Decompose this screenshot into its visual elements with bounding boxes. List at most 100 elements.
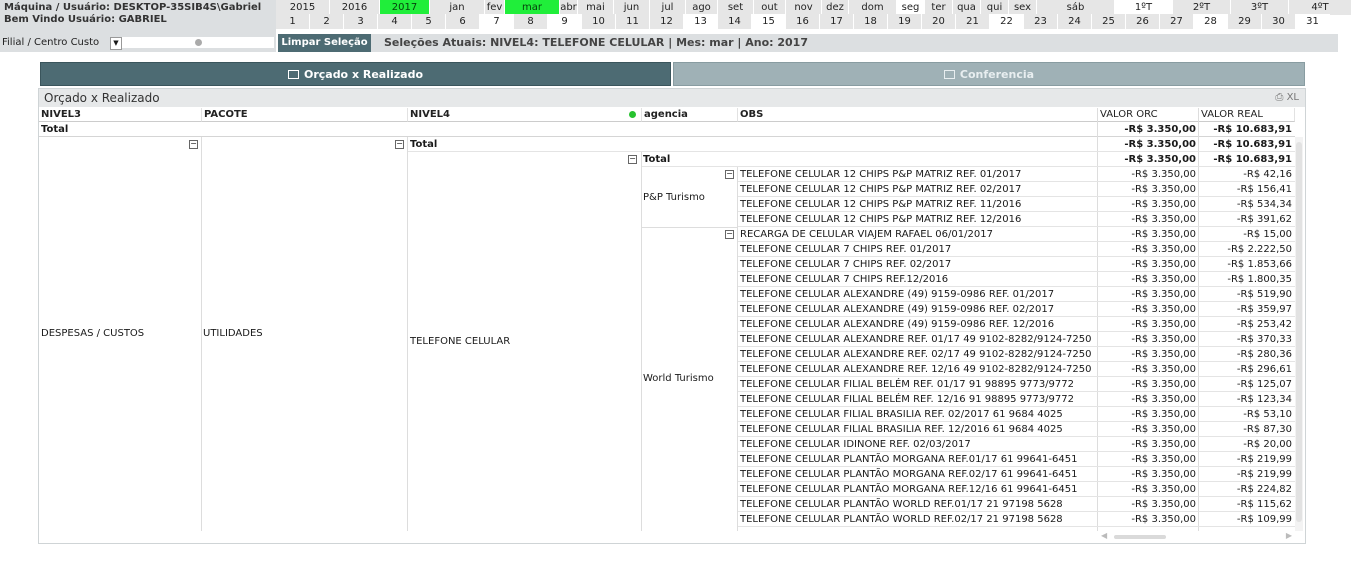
calendar-cell[interactable]: ago bbox=[686, 0, 718, 15]
calendar-cell[interactable]: sex bbox=[1009, 0, 1037, 15]
calendar-day-cell[interactable]: 21 bbox=[956, 14, 990, 29]
table-row[interactable]: TELEFONE CELULAR 12 CHIPS P&P MATRIZ REF… bbox=[738, 212, 1295, 227]
calendar-day-cell[interactable]: 7 bbox=[480, 14, 514, 29]
table-row[interactable]: TELEFONE CELULAR ALEXANDRE (49) 9159-098… bbox=[738, 287, 1295, 302]
calendar-day-cell[interactable]: 15 bbox=[752, 14, 786, 29]
table-row[interactable]: TELEFONE CELULAR PLANTÃO MORGANA REF.01/… bbox=[738, 452, 1295, 467]
export-xl-button[interactable]: ⎙ XL bbox=[1275, 89, 1299, 107]
calendar-day-cell[interactable]: 22 bbox=[990, 14, 1024, 29]
calendar-cell[interactable]: 1ºT bbox=[1115, 0, 1173, 15]
scroll-thumb[interactable] bbox=[1296, 142, 1302, 522]
table-row[interactable]: TELEFONE CELULAR ALEXANDRE REF. 12/16 49… bbox=[738, 362, 1295, 377]
calendar-cell[interactable]: out bbox=[754, 0, 786, 15]
calendar-day-cell[interactable]: 4 bbox=[378, 14, 412, 29]
table-row[interactable]: TELEFONE CELULAR ALEXANDRE (49) 9159-098… bbox=[738, 302, 1295, 317]
calendar-day-cell[interactable]: 23 bbox=[1024, 14, 1058, 29]
calendar-cell[interactable]: 4ºT bbox=[1289, 0, 1352, 15]
collapse-agency-pp-icon[interactable]: − bbox=[725, 170, 734, 179]
tab-conferencia[interactable]: Conferencia bbox=[673, 62, 1305, 86]
calendar-day-cell[interactable]: 3 bbox=[344, 14, 378, 29]
calendar-day-cell[interactable]: 13 bbox=[684, 14, 718, 29]
calendar-cell[interactable]: seg bbox=[897, 0, 925, 15]
calendar-day-cell[interactable]: 2 bbox=[310, 14, 344, 29]
col-header-agencia[interactable]: agencia bbox=[642, 108, 738, 122]
calendar-day-cell[interactable]: 11 bbox=[616, 14, 650, 29]
col-header-nivel3[interactable]: NIVEL3 bbox=[39, 108, 202, 122]
calendar-cell[interactable]: 3ºT bbox=[1231, 0, 1289, 15]
table-row[interactable]: RECARGA DE CELULAR VIAJEM RAFAEL 06/01/2… bbox=[738, 227, 1295, 242]
calendar-day-cell[interactable]: 25 bbox=[1092, 14, 1126, 29]
calendar-cell[interactable]: dom bbox=[849, 0, 897, 15]
table-row[interactable]: TELEFONE CELULAR FILIAL BELÉM REF. 12/16… bbox=[738, 392, 1295, 407]
collapse-nivel3-icon[interactable]: − bbox=[189, 140, 198, 149]
table-row[interactable]: TELEFONE CELULAR 12 CHIPS P&P MATRIZ REF… bbox=[738, 197, 1295, 212]
col-header-pacote[interactable]: PACOTE bbox=[202, 108, 408, 122]
collapse-pacote-icon[interactable]: − bbox=[395, 140, 404, 149]
calendar-cell[interactable]: sáb bbox=[1037, 0, 1115, 15]
tab-orcado-realizado[interactable]: Orçado x Realizado bbox=[40, 62, 671, 86]
calendar-cell[interactable]: mar bbox=[505, 0, 560, 15]
calendar-day-cell[interactable]: 6 bbox=[446, 14, 480, 29]
calendar-day-cell[interactable]: 24 bbox=[1058, 14, 1092, 29]
calendar-day-cell[interactable]: 14 bbox=[718, 14, 752, 29]
table-row[interactable]: TELEFONE CELULAR PLANTÃO MORGANA REF.02/… bbox=[738, 467, 1295, 482]
calendar-day-cell[interactable]: 28 bbox=[1194, 14, 1228, 29]
col-header-valor-real[interactable]: VALOR REAL bbox=[1199, 108, 1295, 122]
print-icon[interactable]: ⎙ bbox=[1275, 92, 1283, 103]
calendar-cell[interactable]: qua bbox=[953, 0, 981, 15]
table-row[interactable]: TELEFONE CELULAR PLANTÃO WORLD REF.01/17… bbox=[738, 497, 1295, 512]
table-row[interactable]: TELEFONE CELULAR 7 CHIPS REF.12/2016 -R$ … bbox=[738, 272, 1295, 287]
table-row[interactable]: TELEFONE CELULAR ALEXANDRE (49) 9159-098… bbox=[738, 317, 1295, 332]
calendar-day-cell[interactable]: 10 bbox=[582, 14, 616, 29]
calendar-cell[interactable]: nov bbox=[786, 0, 822, 15]
calendar-cell[interactable]: 2016 bbox=[330, 0, 380, 15]
table-row[interactable]: TELEFONE CELULAR 12 CHIPS P&P MATRIZ REF… bbox=[738, 167, 1295, 182]
calendar-cell[interactable]: 2017 bbox=[380, 0, 430, 15]
table-row[interactable]: TELEFONE CELULAR ALEXANDRE REF. 02/17 49… bbox=[738, 347, 1295, 362]
calendar-day-cell[interactable]: 8 bbox=[514, 14, 548, 29]
clear-selection-button[interactable]: Limpar Seleção bbox=[278, 34, 371, 52]
calendar-day-cell[interactable]: 18 bbox=[854, 14, 888, 29]
calendar-cell[interactable]: jan bbox=[430, 0, 485, 15]
vertical-scrollbar[interactable] bbox=[1295, 137, 1303, 531]
agency-name[interactable]: P&P Turismo bbox=[643, 190, 705, 205]
nivel3-value[interactable]: DESPESAS / CUSTOS bbox=[41, 326, 144, 341]
table-row[interactable]: TELEFONE CELULAR 7 CHIPS REF. 02/2017 -R$… bbox=[738, 257, 1295, 272]
table-row[interactable]: TELEFONE CELULAR IDINONE REF. 02/03/2017… bbox=[738, 437, 1295, 452]
calendar-cell[interactable]: qui bbox=[981, 0, 1009, 15]
calendar-cell[interactable]: 2015 bbox=[276, 0, 330, 15]
col-header-nivel4[interactable]: NIVEL4 bbox=[408, 108, 642, 122]
table-row[interactable]: TELEFONE CELULAR 12 CHIPS P&P MATRIZ REF… bbox=[738, 182, 1295, 197]
calendar-day-cell[interactable]: 5 bbox=[412, 14, 446, 29]
table-row[interactable]: TELEFONE CELULAR FILIAL BRASILIA REF. 02… bbox=[738, 407, 1295, 422]
table-row[interactable]: TELEFONE CELULAR PLANTÃO MORGANA REF.12/… bbox=[738, 482, 1295, 497]
calendar-day-cell[interactable]: 30 bbox=[1262, 14, 1296, 29]
calendar-day-cell[interactable]: 16 bbox=[786, 14, 820, 29]
calendar-day-cell[interactable]: 17 bbox=[820, 14, 854, 29]
calendar-day-cell[interactable]: 1 bbox=[276, 14, 310, 29]
calendar-day-cell[interactable]: 12 bbox=[650, 14, 684, 29]
table-row[interactable]: TELEFONE CELULAR ALEXANDRE REF. 01/17 49… bbox=[738, 332, 1295, 347]
scroll-right-icon[interactable]: ▶ bbox=[1286, 531, 1292, 540]
agency-name[interactable]: World Turismo bbox=[643, 371, 714, 386]
calendar-day-cell[interactable]: 27 bbox=[1160, 14, 1194, 29]
table-row[interactable]: TELEFONE CELULAR 7 CHIPS REF. 01/2017 -R$… bbox=[738, 242, 1295, 257]
table-row[interactable]: TELEFONE CELULAR FILIAL BRASILIA REF. 12… bbox=[738, 422, 1295, 437]
calendar-cell[interactable]: mai bbox=[578, 0, 614, 15]
pacote-value[interactable]: UTILIDADES bbox=[203, 326, 263, 341]
table-row[interactable]: TELEFONE CELULAR PLANTÃO WORLD REF.02/17… bbox=[738, 512, 1295, 527]
calendar-day-cell[interactable]: 19 bbox=[888, 14, 922, 29]
calendar-day-cell[interactable]: 26 bbox=[1126, 14, 1160, 29]
calendar-cell[interactable]: fev bbox=[485, 0, 505, 15]
calendar-cell[interactable]: abr bbox=[560, 0, 578, 15]
col-header-obs[interactable]: OBS bbox=[738, 108, 1098, 122]
collapse-agency-world-icon[interactable]: − bbox=[725, 230, 734, 239]
calendar-day-cell[interactable]: 29 bbox=[1228, 14, 1262, 29]
calendar-cell[interactable]: set bbox=[718, 0, 754, 15]
collapse-nivel4-icon[interactable]: − bbox=[628, 155, 637, 164]
calendar-day-cell[interactable]: 31 bbox=[1296, 14, 1330, 29]
horizontal-scrollbar[interactable]: ◀ ▶ bbox=[1098, 531, 1294, 542]
filial-dropdown-arrow-icon[interactable]: ▼ bbox=[110, 37, 122, 50]
calendar-cell[interactable]: jun bbox=[614, 0, 650, 15]
scroll-thumb[interactable] bbox=[1114, 535, 1166, 539]
